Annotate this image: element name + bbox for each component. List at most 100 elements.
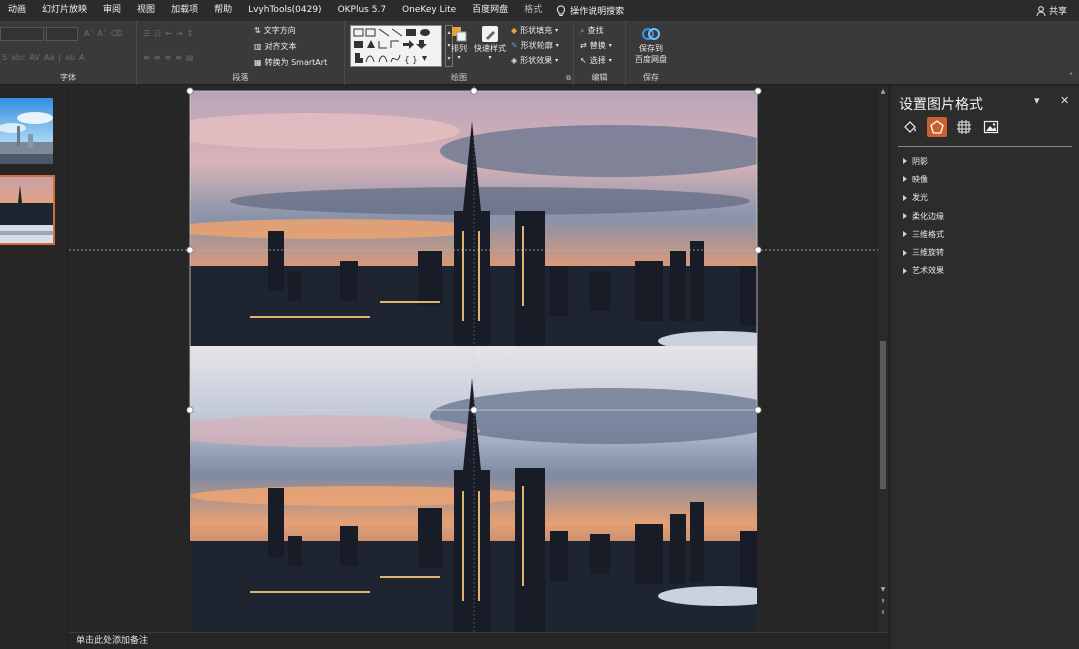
- expand-arrow-icon: [903, 231, 907, 238]
- menu-lvyhtools[interactable]: LvyhTools(0429): [240, 0, 329, 21]
- share-label: 共享: [1048, 7, 1067, 17]
- expand-arrow-icon: [903, 176, 907, 183]
- tab-picture[interactable]: [981, 117, 1001, 137]
- smartart-icon: ▦: [254, 58, 262, 67]
- quick-styles-button[interactable]: 快速样式 ▾: [472, 25, 508, 61]
- shape-gallery[interactable]: { }: [350, 25, 442, 67]
- person-icon: [1036, 5, 1046, 16]
- paint-bucket-icon: [904, 121, 916, 133]
- drawing-group-label: 绘图: [451, 73, 467, 82]
- font-grow-shrink[interactable]: A˄ A˅ ⌫: [84, 29, 122, 38]
- shapes-icon: { }: [353, 28, 430, 66]
- section-reflection[interactable]: 映像: [903, 170, 944, 188]
- save-group: 保存到 百度网盘 保存: [626, 21, 676, 85]
- slide-thumbnails-panel: [0, 86, 68, 649]
- menu-baidu[interactable]: 百度网盘: [464, 0, 516, 21]
- picture-icon: [983, 120, 999, 134]
- svg-text:{: {: [404, 56, 410, 66]
- slide-1-preview: [0, 98, 53, 164]
- ribbon: A˄ A˅ ⌫ Sabc AV Aa | ab A 字体 ☰ ☷ ⇤ ⇥ ↕ ≡ ≡ ≡ ≡ ▤ ⇅ 文字方向 …: [0, 21, 1079, 85]
- replace-button[interactable]: ⇄ 替换 ▾: [580, 40, 612, 51]
- section-3d-format[interactable]: 三维格式: [903, 225, 944, 243]
- menu-addins[interactable]: 加载项: [163, 0, 206, 21]
- pentagon-effects-icon: [930, 120, 944, 134]
- cursor-icon: ↖: [580, 56, 587, 65]
- shape-fill-button[interactable]: ◆ 形状填充 ▾: [511, 25, 558, 36]
- align-text-button[interactable]: ▥ 对齐文本: [254, 41, 297, 52]
- menu-onekey[interactable]: OneKey Lite: [394, 0, 464, 21]
- dialog-launcher-icon[interactable]: ⧉: [566, 74, 571, 83]
- selection-overlay: [69, 86, 878, 632]
- share-button[interactable]: 共享: [1036, 0, 1067, 21]
- tell-me-label: 操作说明搜索: [570, 7, 625, 17]
- align-buttons[interactable]: ≡ ≡ ≡ ≡ ▤: [143, 53, 193, 62]
- svg-text:}: }: [412, 56, 418, 66]
- effects-section-list: 阴影 映像 发光 柔化边缘 三维格式 三维旋转 艺术效果: [903, 152, 944, 280]
- collapse-ribbon-icon[interactable]: ˄: [1069, 72, 1073, 81]
- find-icon: ⌕: [580, 25, 585, 35]
- menu-review[interactable]: 审阅: [95, 0, 129, 21]
- tab-fill-line[interactable]: [900, 117, 920, 137]
- quick-styles-icon: [482, 26, 498, 42]
- font-format-row[interactable]: Sabc AV Aa | ab A: [2, 53, 84, 62]
- menu-format[interactable]: 格式: [516, 0, 550, 21]
- paint-bucket-icon: ◆: [511, 26, 518, 35]
- section-soft-edges[interactable]: 柔化边缘: [903, 207, 944, 225]
- menu-bar: 动画 幻灯片放映 审阅 视图 加载项 帮助 LvyhTools(0429) OK…: [0, 0, 1079, 21]
- text-direction-button[interactable]: ⇅ 文字方向: [254, 25, 296, 36]
- scroll-up-icon[interactable]: ▲: [878, 88, 888, 95]
- font-name-box[interactable]: [0, 27, 44, 41]
- expand-arrow-icon: [903, 213, 907, 220]
- tell-me-search[interactable]: 操作说明搜索: [550, 4, 624, 17]
- pane-tabs: [900, 117, 1001, 137]
- menu-animations[interactable]: 动画: [0, 0, 34, 21]
- pane-close-icon[interactable]: ✕: [1060, 94, 1069, 107]
- text-direction-icon: ⇅: [254, 26, 261, 35]
- align-text-icon: ▥: [254, 42, 262, 51]
- notes-area[interactable]: 单击此处添加备注: [69, 632, 888, 649]
- shape-outline-button[interactable]: ✎ 形状轮廓 ▾: [511, 40, 559, 51]
- replace-icon: ⇄: [580, 41, 587, 50]
- font-group-label: 字体: [60, 73, 76, 82]
- format-picture-pane: 设置图片格式 ▾ ✕ 阴影 映像 发光 柔化边缘 三维格式 三维旋转 艺术效果: [889, 86, 1079, 649]
- slide-scrollbar[interactable]: ▲ ▼ ⇞ ⇟: [878, 86, 888, 632]
- select-button[interactable]: ↖ 选择 ▾: [580, 55, 612, 66]
- menu-help[interactable]: 帮助: [206, 0, 240, 21]
- expand-arrow-icon: [903, 267, 907, 274]
- save-to-baidu-button[interactable]: 保存到 百度网盘: [630, 25, 672, 65]
- previous-slide-icon[interactable]: ⇞: [878, 598, 888, 605]
- arrange-button[interactable]: 排列 ▾: [448, 25, 470, 61]
- tab-effects[interactable]: [927, 117, 947, 137]
- list-buttons[interactable]: ☰ ☷ ⇤ ⇥ ↕: [143, 29, 193, 38]
- scroll-down-icon[interactable]: ▼: [878, 586, 888, 593]
- section-3d-rotation[interactable]: 三维旋转: [903, 243, 944, 261]
- pane-tab-divider: [898, 146, 1072, 147]
- tab-size-properties[interactable]: [954, 117, 974, 137]
- find-button[interactable]: ⌕ 查找: [580, 25, 603, 36]
- slide-thumbnail-2[interactable]: [0, 175, 55, 245]
- selection-frame: [189, 90, 758, 411]
- lightbulb-icon: [557, 4, 566, 16]
- paragraph-group-label: 段落: [232, 73, 249, 82]
- section-artistic-effects[interactable]: 艺术效果: [903, 262, 944, 280]
- next-slide-icon[interactable]: ⇟: [878, 609, 888, 616]
- size-properties-icon: [957, 120, 971, 134]
- menu-view[interactable]: 视图: [129, 0, 163, 21]
- pane-options-icon[interactable]: ▾: [1034, 94, 1040, 107]
- font-size-box[interactable]: [46, 27, 78, 41]
- section-shadow[interactable]: 阴影: [903, 152, 944, 170]
- menu-slideshow[interactable]: 幻灯片放映: [34, 0, 95, 21]
- paragraph-group: ☰ ☷ ⇤ ⇥ ↕ ≡ ≡ ≡ ≡ ▤ ⇅ 文字方向 ▥ 对齐文本 ▦ 转换为 SmartArt 段落: [137, 21, 345, 85]
- menu-okplus[interactable]: OKPlus 5.7: [330, 0, 394, 21]
- section-glow[interactable]: 发光: [903, 189, 944, 207]
- slide-canvas[interactable]: [69, 86, 878, 632]
- expand-arrow-icon: [903, 249, 907, 256]
- baidu-cloud-icon: [642, 28, 660, 40]
- smartart-button[interactable]: ▦ 转换为 SmartArt: [254, 57, 327, 68]
- scroll-thumb[interactable]: [880, 341, 886, 489]
- expand-arrow-icon: [903, 194, 907, 201]
- shape-effects-button[interactable]: ◈ 形状效果 ▾: [511, 55, 558, 66]
- drawing-group: { } ▴ ▾ ▾ 排列 ▾ 快速样式 ▾ ◆ 形状填充 ▾ ✎ 形状轮廓 ▾ ◈ 形状效果 ▾…: [345, 21, 574, 85]
- save-group-label: 保存: [643, 73, 659, 82]
- slide-thumbnail-1[interactable]: [0, 98, 53, 164]
